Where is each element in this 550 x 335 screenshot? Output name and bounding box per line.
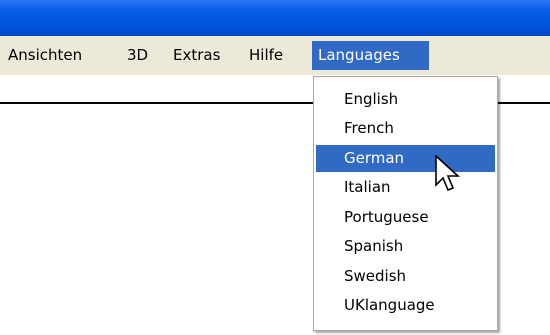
menu-languages[interactable]: Languages bbox=[312, 41, 429, 70]
menu-option-english[interactable]: English bbox=[316, 86, 495, 113]
window-title-bar bbox=[0, 0, 550, 36]
menu-option-french[interactable]: French bbox=[316, 115, 495, 142]
menu-option-italian[interactable]: Italian bbox=[316, 174, 495, 201]
menu-option-spanish[interactable]: Spanish bbox=[316, 233, 495, 260]
menu-ansichten[interactable]: Ansichten bbox=[2, 41, 88, 70]
menu-option-swedish[interactable]: Swedish bbox=[316, 263, 495, 290]
languages-dropdown: English French German Italian Portuguese… bbox=[313, 76, 498, 331]
menu-option-german[interactable]: German bbox=[316, 145, 495, 172]
menu-hilfe[interactable]: Hilfe bbox=[243, 41, 289, 70]
menu-option-portuguese[interactable]: Portuguese bbox=[316, 204, 495, 231]
menu-3d[interactable]: 3D bbox=[121, 41, 154, 70]
menu-extras[interactable]: Extras bbox=[167, 41, 226, 70]
menu-bar: Ansichten 3D Extras Hilfe Languages bbox=[0, 36, 550, 76]
menu-option-uklanguage[interactable]: UKlanguage bbox=[316, 292, 495, 319]
